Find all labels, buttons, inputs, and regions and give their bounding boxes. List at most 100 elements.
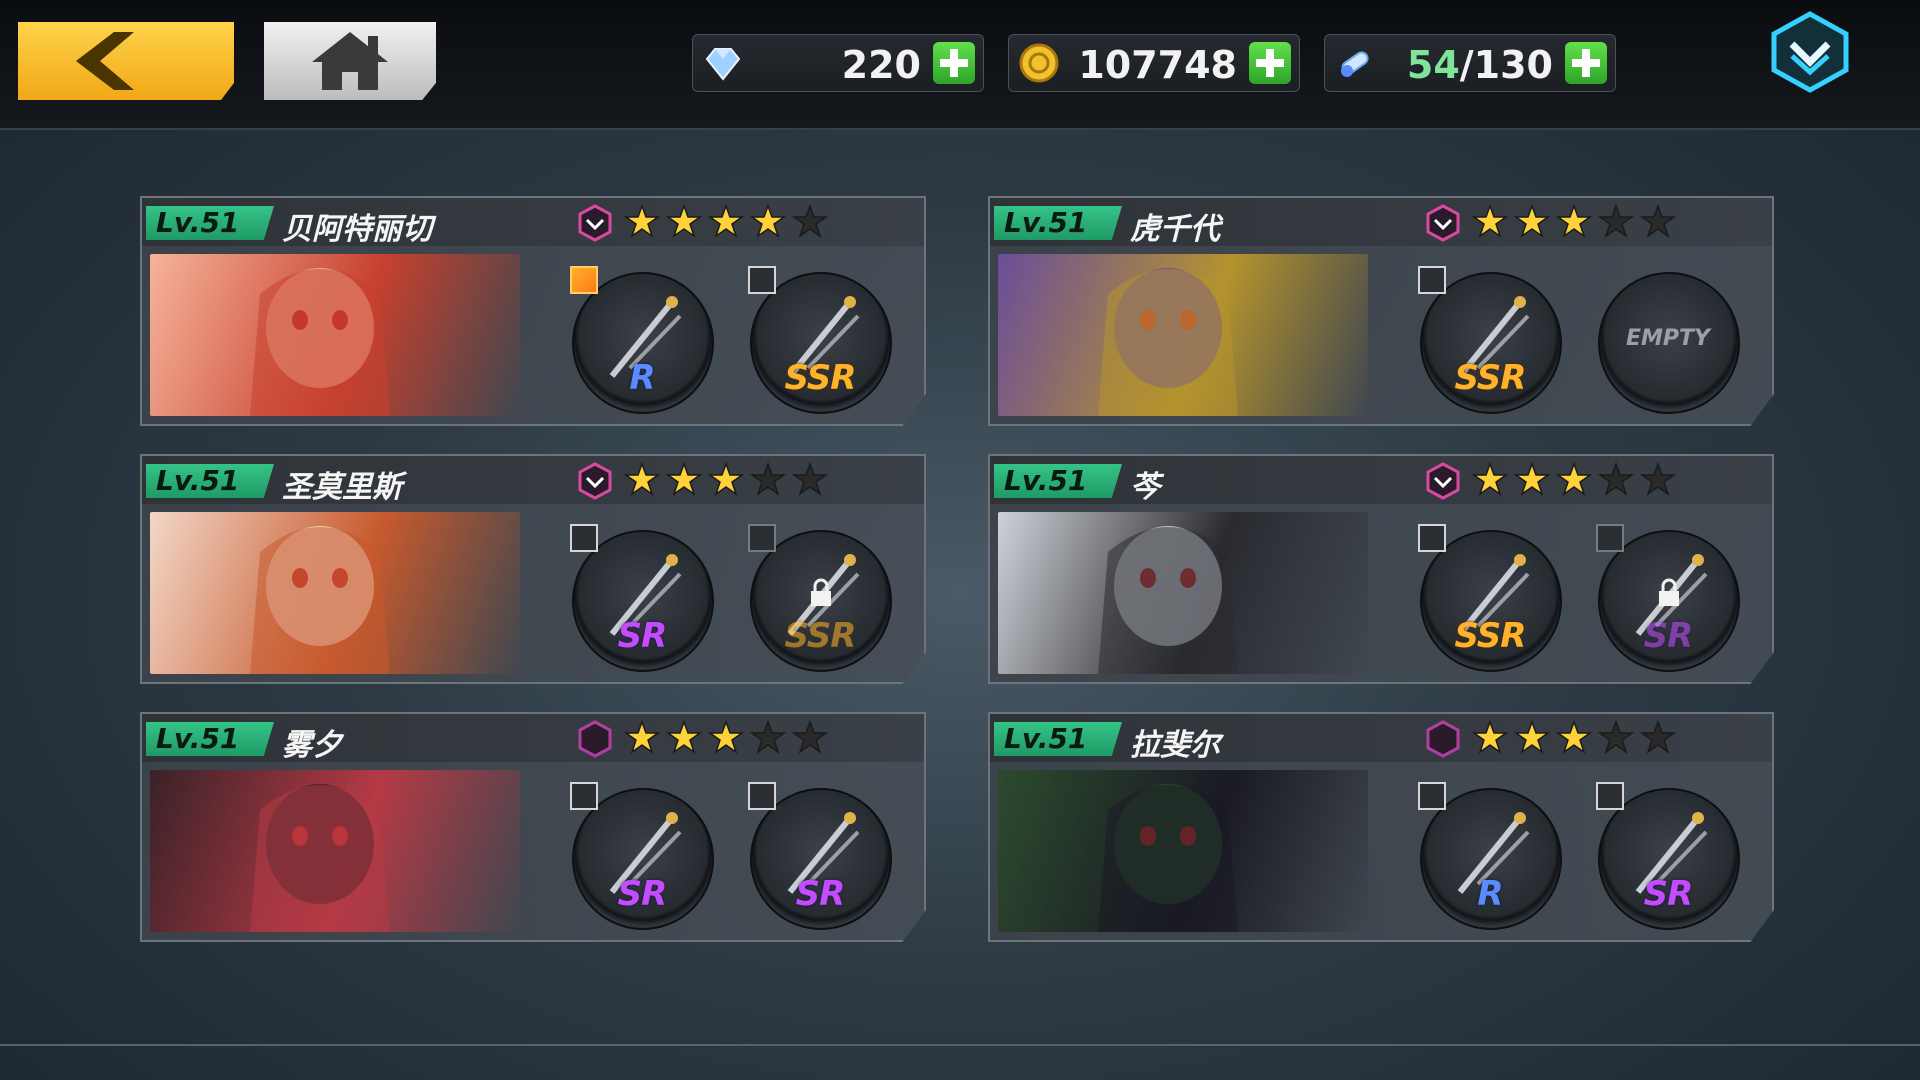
card-header: Lv.51 贝阿特丽切: [142, 198, 924, 247]
weapon-slot[interactable]: R: [1418, 782, 1562, 930]
star-filled-icon: [708, 462, 744, 496]
character-portrait[interactable]: [150, 512, 520, 674]
back-arrow-icon: [76, 32, 134, 90]
card-header: Lv.51 拉斐尔: [990, 714, 1772, 763]
class-emblem-icon: [1426, 720, 1460, 758]
weapon-slot[interactable]: EMPTY: [1598, 272, 1740, 414]
lock-icon: [811, 578, 831, 606]
bottom-divider: [0, 1044, 1920, 1046]
diamond-icon: [705, 48, 741, 81]
star-rating: [624, 720, 844, 758]
character-card[interactable]: Lv.51 雾夕 SR SR: [140, 712, 926, 942]
character-card[interactable]: Lv.51 虎千代 SSR EMPTY: [988, 196, 1774, 426]
star-filled-icon: [624, 720, 660, 754]
gold-counter: 107748: [1008, 34, 1300, 92]
character-portrait[interactable]: [150, 770, 520, 932]
class-emblem-icon: [578, 720, 612, 758]
character-card[interactable]: Lv.51 贝阿特丽切 R SSR: [140, 196, 926, 426]
chevron-down-menu-icon: [1771, 11, 1849, 93]
star-empty-icon: [1598, 462, 1634, 496]
star-empty-icon: [1598, 720, 1634, 754]
star-filled-icon: [624, 204, 660, 238]
home-button[interactable]: [264, 22, 436, 100]
weapon-slot[interactable]: SR: [748, 782, 892, 930]
rarity-label: SR: [617, 874, 668, 914]
star-filled-icon: [750, 204, 786, 238]
star-filled-icon: [1556, 720, 1592, 754]
star-filled-icon: [666, 204, 702, 238]
star-empty-icon: [792, 720, 828, 754]
rarity-label: R: [629, 358, 655, 398]
weapon-slot[interactable]: SSR: [1418, 266, 1562, 414]
menu-button[interactable]: [1768, 10, 1852, 94]
star-rating: [1472, 720, 1692, 758]
star-filled-icon: [1472, 462, 1508, 496]
star-filled-icon: [1472, 204, 1508, 238]
add-gold-button[interactable]: [1249, 42, 1291, 84]
card-header: Lv.51 雾夕: [142, 714, 924, 763]
character-card[interactable]: Lv.51 拉斐尔 R SR: [988, 712, 1774, 942]
card-header: Lv.51 芩: [990, 456, 1772, 505]
back-button[interactable]: [18, 22, 234, 100]
rarity-label: SSR: [1454, 616, 1527, 656]
weapon-slot[interactable]: SR: [570, 524, 714, 672]
add-stamina-button[interactable]: [1565, 42, 1607, 84]
star-filled-icon: [1514, 204, 1550, 238]
star-rating: [624, 204, 844, 242]
level-badge: Lv.51: [994, 464, 1122, 498]
gold-value: 107748: [1078, 43, 1237, 87]
star-filled-icon: [708, 204, 744, 238]
star-filled-icon: [1556, 204, 1592, 238]
level-badge: Lv.51: [994, 722, 1122, 756]
stamina-max: 130: [1473, 43, 1553, 87]
weapon-slot[interactable]: SSR: [748, 524, 892, 672]
stamina-current: 54: [1406, 43, 1460, 87]
rarity-label: SR: [617, 616, 668, 656]
star-filled-icon: [1556, 462, 1592, 496]
portrait-figure: [250, 526, 390, 674]
class-emblem-icon: [578, 462, 612, 500]
character-card[interactable]: Lv.51 圣莫里斯 SR SSR: [140, 454, 926, 684]
weapon-slot[interactable]: SR: [1596, 782, 1740, 930]
rarity-label: SSR: [784, 358, 857, 398]
stamina-value: 54/130: [1407, 43, 1553, 87]
level-badge: Lv.51: [146, 722, 274, 756]
star-rating: [1472, 204, 1692, 242]
diamond-value: 220: [841, 43, 921, 87]
character-name: 圣莫里斯: [282, 470, 402, 505]
weapon-slot[interactable]: R: [570, 266, 714, 414]
star-filled-icon: [708, 720, 744, 754]
class-emblem-icon: [578, 204, 612, 242]
stamina-separator: /: [1459, 43, 1474, 87]
weapon-slot[interactable]: SSR: [748, 266, 892, 414]
star-empty-icon: [750, 462, 786, 496]
stamina-potion-icon: [1341, 51, 1369, 77]
weapon-slot[interactable]: SSR: [1418, 524, 1562, 672]
star-empty-icon: [750, 720, 786, 754]
diamond-counter: 220: [692, 34, 984, 92]
character-name: 虎千代: [1130, 212, 1220, 247]
character-name: 贝阿特丽切: [282, 212, 432, 247]
portrait-figure: [250, 268, 390, 416]
character-card[interactable]: Lv.51 芩 SSR SR: [988, 454, 1774, 684]
character-portrait[interactable]: [998, 512, 1368, 674]
class-emblem-icon: [1426, 462, 1460, 500]
stamina-counter: 54/130: [1324, 34, 1616, 92]
add-diamond-button[interactable]: [933, 42, 975, 84]
character-name: 雾夕: [282, 728, 342, 763]
star-empty-icon: [1640, 462, 1676, 496]
weapon-slot[interactable]: SR: [570, 782, 714, 930]
gold-coin-icon: [1019, 43, 1059, 83]
star-filled-icon: [1514, 720, 1550, 754]
rarity-label: R: [1477, 874, 1503, 914]
star-rating: [1472, 462, 1692, 500]
rarity-label: SSR: [1454, 358, 1527, 398]
character-portrait[interactable]: [998, 254, 1368, 416]
star-filled-icon: [624, 462, 660, 496]
rarity-label: SR: [1643, 874, 1694, 914]
weapon-slot[interactable]: SR: [1596, 524, 1740, 672]
character-portrait[interactable]: [998, 770, 1368, 932]
character-portrait[interactable]: [150, 254, 520, 416]
rarity-label: SR: [1643, 616, 1694, 656]
star-empty-icon: [1640, 720, 1676, 754]
